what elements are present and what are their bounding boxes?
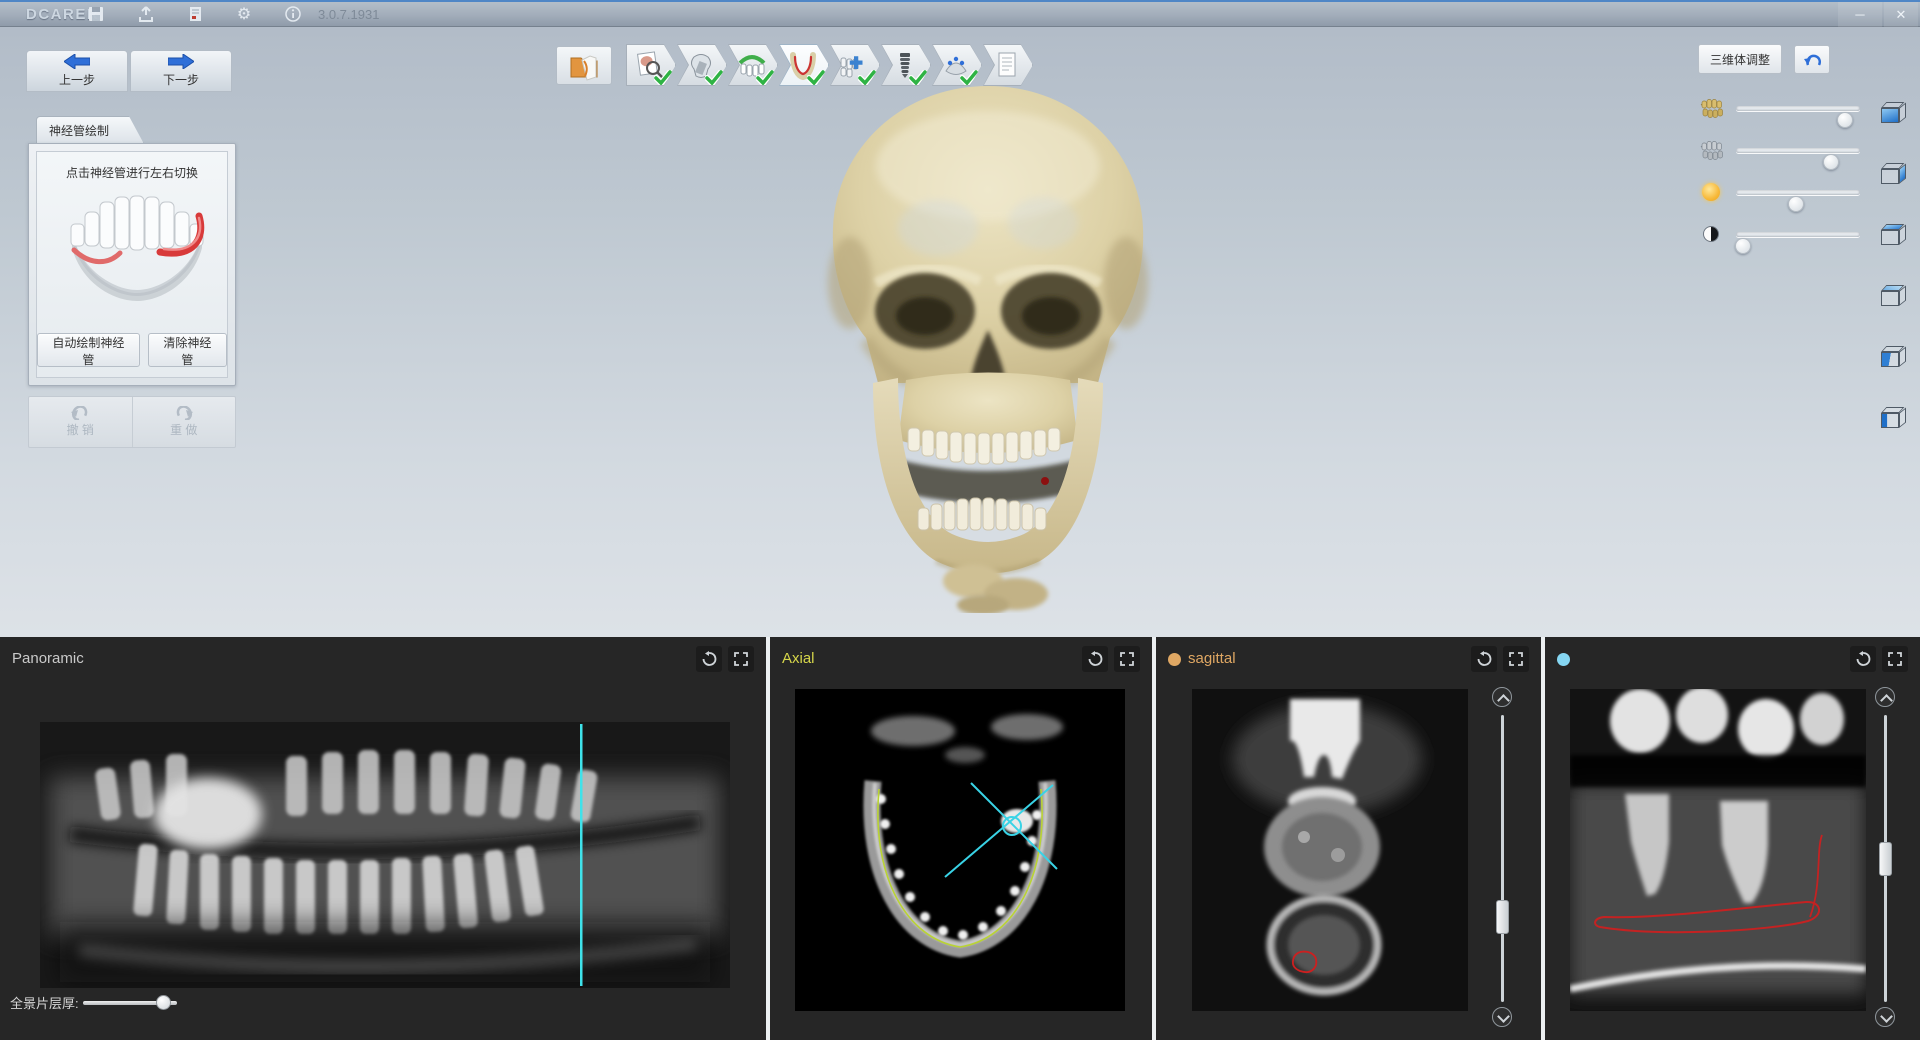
skull-3d-view[interactable] <box>788 78 1188 613</box>
slider-thumb[interactable] <box>1788 196 1804 212</box>
contrast-slider[interactable] <box>1698 220 1862 248</box>
viewport-title-sagittal: sagittal <box>1188 650 1236 667</box>
slider-thumb[interactable] <box>1837 112 1853 128</box>
minimize-button[interactable]: ─ <box>1838 2 1882 27</box>
cross-section-scrollbar <box>1873 681 1899 1033</box>
check-icon <box>705 70 723 85</box>
step-patient-photo[interactable] <box>626 44 676 86</box>
view-left-icon[interactable] <box>1878 403 1910 433</box>
view-front-icon[interactable] <box>1878 98 1910 128</box>
viewport-title-axial: Axial <box>782 650 815 667</box>
reset-icon[interactable] <box>696 646 722 672</box>
thickness-label: 全景片层厚: <box>10 993 79 1012</box>
scroll-up-icon[interactable] <box>1492 687 1512 707</box>
reset-icon[interactable] <box>1082 646 1108 672</box>
sagittal-viewport: sagittal <box>1156 637 1541 1040</box>
scroll-down-icon[interactable] <box>1875 1007 1895 1027</box>
report-icon[interactable] <box>183 4 207 26</box>
panoramic-thickness-row: 全景片层厚: <box>10 993 177 1012</box>
view-back-icon[interactable] <box>1878 281 1910 311</box>
fullscreen-icon[interactable] <box>1882 646 1908 672</box>
brightness-icon <box>1698 179 1724 205</box>
previous-step-button[interactable]: 上一步 <box>26 50 128 92</box>
view-front-left-icon[interactable] <box>1878 342 1910 372</box>
view-cube-list <box>1878 98 1912 470</box>
step-navigation: 上一步 下一步 <box>26 50 234 92</box>
volume-adjust-button[interactable]: 三维体调整 <box>1698 44 1782 74</box>
sagittal-image[interactable] <box>1192 689 1468 1011</box>
next-step-button[interactable]: 下一步 <box>130 50 232 92</box>
scroll-thumb[interactable] <box>1879 842 1892 876</box>
axial-image[interactable] <box>795 689 1125 1011</box>
slider-thumb[interactable] <box>1735 238 1751 254</box>
redo-button[interactable]: 重 做 <box>132 397 236 447</box>
gray-teeth-icon <box>1698 137 1724 163</box>
sagittal-scrollbar <box>1490 681 1516 1033</box>
panoramic-image[interactable] <box>40 722 730 988</box>
bone-teeth-icon <box>1698 95 1724 121</box>
panoramic-thickness-slider[interactable] <box>83 995 177 1011</box>
settings-icon[interactable]: ⚙ <box>232 4 256 26</box>
titlebar: DCARER ⚙ 3.0.7.1931 ─ ✕ <box>0 0 1920 27</box>
redo-icon <box>174 406 194 420</box>
reset-icon[interactable] <box>1850 646 1876 672</box>
axial-viewport: Axial <box>770 637 1152 1040</box>
cross-section-dot <box>1557 653 1570 666</box>
auto-draw-nerve-button[interactable]: 自动绘制神经管 <box>37 333 140 367</box>
undo-button[interactable]: 撤 销 <box>29 397 132 447</box>
arrow-left-icon <box>64 54 90 69</box>
cross-section-image[interactable] <box>1570 689 1866 1011</box>
check-icon <box>756 70 774 85</box>
check-icon <box>654 70 672 85</box>
thickness-thumb[interactable] <box>156 995 171 1010</box>
info-icon[interactable] <box>281 4 305 26</box>
clear-nerve-button[interactable]: 清除神经管 <box>148 333 227 367</box>
export-icon[interactable] <box>134 4 158 26</box>
reset-icon[interactable] <box>1471 646 1497 672</box>
reset-view-button[interactable] <box>1794 45 1830 74</box>
nerve-canal-tab[interactable]: 神经管绘制 <box>36 116 144 144</box>
viewport-title-panoramic: Panoramic <box>12 650 84 667</box>
contrast-icon <box>1698 221 1724 247</box>
slider-thumb[interactable] <box>1823 154 1839 170</box>
step-upper-arch[interactable] <box>728 44 778 86</box>
view-top-icon[interactable] <box>1878 220 1910 250</box>
brightness-slider[interactable] <box>1698 178 1862 206</box>
close-button[interactable]: ✕ <box>1884 2 1918 27</box>
fullscreen-icon[interactable] <box>728 646 754 672</box>
panoramic-viewport: Panoramic <box>0 637 766 1040</box>
arrow-right-icon <box>168 54 194 69</box>
nerve-hint-text: 点击神经管进行左右切换 <box>37 164 227 181</box>
undo-icon <box>70 406 90 420</box>
step-implant-crown[interactable] <box>677 44 727 86</box>
save-icon[interactable] <box>84 4 108 26</box>
viewport-strip: Panoramic <box>0 637 1920 1040</box>
main-workspace: 上一步 下一步 神经管绘制 点击神经管进行左右切换 <box>0 27 1920 637</box>
report-icon <box>992 50 1022 80</box>
mandible-nerve-preview[interactable] <box>62 190 212 305</box>
open-case-button[interactable] <box>556 46 612 85</box>
nerve-canal-panel: 点击神经管进行左右切换 <box>28 143 236 386</box>
cross-section-viewport <box>1545 637 1920 1040</box>
undo-arrow-icon <box>1802 51 1822 69</box>
undo-redo-group: 撤 销 重 做 <box>28 396 236 448</box>
version-label: 3.0.7.1931 <box>318 7 379 22</box>
scroll-up-icon[interactable] <box>1875 687 1895 707</box>
tissue-opacity-slider[interactable] <box>1698 136 1862 164</box>
scroll-thumb[interactable] <box>1496 900 1509 934</box>
scroll-down-icon[interactable] <box>1492 1007 1512 1027</box>
fullscreen-icon[interactable] <box>1114 646 1140 672</box>
fullscreen-icon[interactable] <box>1503 646 1529 672</box>
folder-icon <box>567 51 601 81</box>
sagittal-dot <box>1168 653 1181 666</box>
view-right-icon[interactable] <box>1878 159 1910 189</box>
bone-opacity-slider[interactable] <box>1698 94 1862 122</box>
